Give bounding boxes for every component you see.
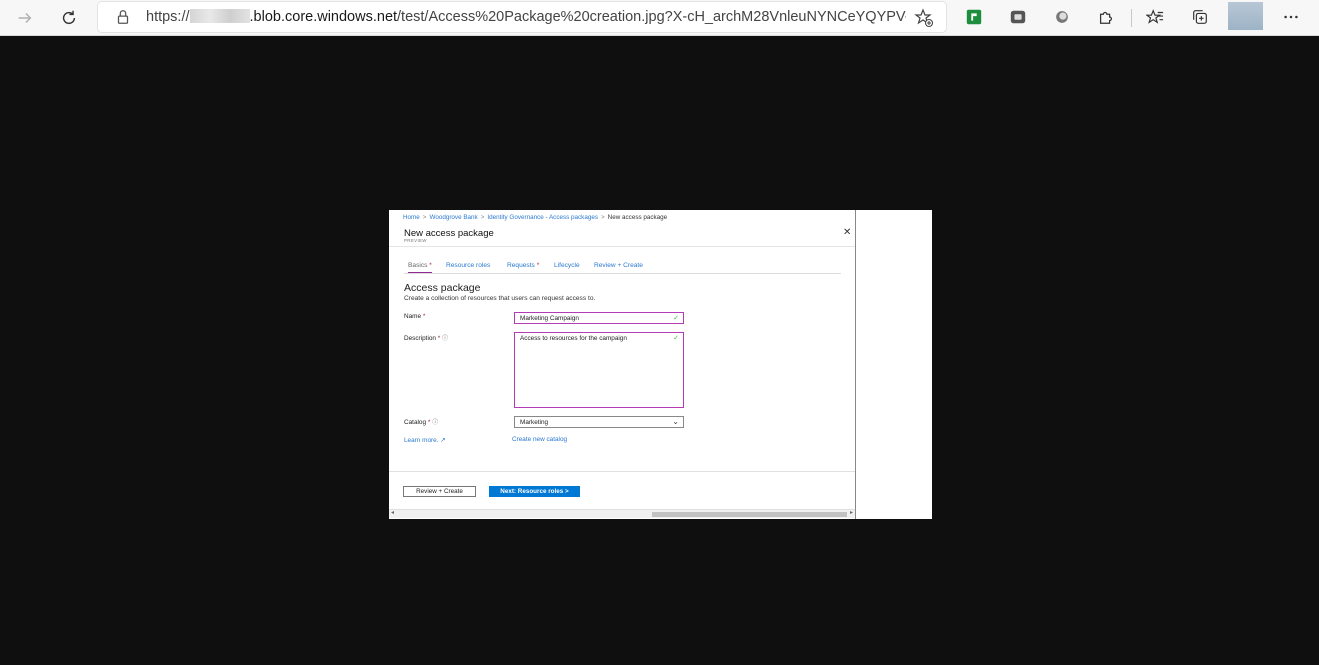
section-subtitle: Create a collection of resources that us… [404, 295, 596, 302]
access-package-panel: Home > Woodgrove Bank > Identity Governance … [389, 210, 856, 519]
breadcrumb-woodgrove: Woodgrove Bank [429, 214, 478, 221]
breadcrumb-access-packages: Identity Governance - Access packages [487, 214, 598, 221]
learn-more-link: Learn more. ↗ [404, 437, 446, 444]
breadcrumb-home: Home [403, 214, 420, 221]
scroll-thumb [652, 512, 847, 517]
scroll-right-icon: ▸ [849, 510, 853, 516]
tab-lifecycle: Lifecycle [554, 262, 580, 269]
refresh-icon[interactable] [55, 4, 83, 32]
address-bar[interactable]: https://.blob.core.windows.net/test/Acce… [98, 2, 946, 32]
favorites-icon[interactable] [1145, 7, 1165, 27]
breadcrumb-current: New access package [607, 214, 668, 221]
catalog-select: Marketing ⌄ [514, 416, 684, 428]
info-icon: ⓘ [442, 336, 449, 342]
next-button: Next: Resource roles > [489, 486, 580, 497]
close-icon: ✕ [843, 227, 852, 238]
extensions-puzzle-icon[interactable] [1096, 7, 1116, 27]
catalog-label: Catalog * ⓘ [404, 419, 439, 426]
tab-requests: Requests * [507, 262, 540, 269]
browser-toolbar: https://.blob.core.windows.net/test/Acce… [0, 0, 1319, 36]
external-link-icon: ↗ [440, 437, 446, 444]
embedded-screenshot-image: Home > Woodgrove Bank > Identity Governance … [389, 210, 932, 519]
divider [389, 246, 855, 247]
section-title: Access package [404, 282, 481, 294]
divider [389, 471, 855, 472]
check-icon: ✓ [673, 315, 679, 322]
breadcrumb: Home > Woodgrove Bank > Identity Governance … [403, 214, 668, 221]
tab-bar: Basics * Resource roles Requests * Lifec… [404, 262, 841, 274]
url-text[interactable]: https://.blob.core.windows.net/test/Acce… [146, 9, 906, 25]
tab-basics: Basics * [408, 262, 432, 273]
extension-green-icon[interactable] [964, 7, 984, 27]
toolbar-divider [1131, 9, 1132, 27]
scroll-left-icon: ◂ [391, 510, 395, 516]
tab-review-create: Review + Create [594, 262, 643, 269]
preview-label: PREVIEW [404, 238, 427, 243]
create-catalog-link: Create new catalog [512, 436, 568, 443]
collections-icon[interactable] [1190, 7, 1210, 27]
add-favorite-icon[interactable] [914, 8, 934, 28]
review-create-button: Review + Create [403, 486, 476, 497]
extension-gray-icon[interactable] [1008, 7, 1028, 27]
description-label: Description * ⓘ [404, 335, 449, 342]
profile-avatar[interactable] [1228, 2, 1263, 30]
description-field: Access to resources for the campaign ✓ [514, 332, 684, 408]
forward-arrow-icon[interactable] [11, 4, 39, 32]
horizontal-scrollbar: ◂ ▸ [389, 509, 855, 518]
more-icon[interactable] [1281, 7, 1301, 27]
redacted-text [189, 9, 250, 23]
info-icon: ⓘ [432, 420, 439, 426]
check-icon: ✓ [673, 335, 679, 342]
chevron-down-icon: ⌄ [672, 417, 679, 426]
tab-resource-roles: Resource roles [446, 262, 491, 269]
name-field: Marketing Campaign ✓ [514, 312, 684, 324]
extension-circle-icon[interactable] [1052, 7, 1072, 27]
lock-icon[interactable] [114, 8, 132, 26]
name-label: Name * [404, 313, 426, 320]
